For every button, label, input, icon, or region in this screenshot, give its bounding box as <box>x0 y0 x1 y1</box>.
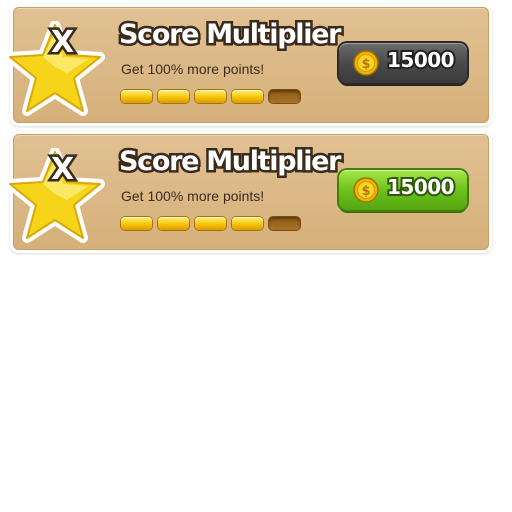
badge-letter: X <box>48 23 76 63</box>
level-segment-filled <box>121 217 152 230</box>
coin-icon: $ <box>353 50 379 76</box>
level-segment-filled <box>195 90 226 103</box>
level-segment-empty <box>269 217 300 230</box>
upgrade-card-score-multiplier: X Score Multiplier Get 100% more points!… <box>5 4 492 126</box>
level-segment-filled <box>232 90 263 103</box>
level-segment-filled <box>195 217 226 230</box>
svg-text:$: $ <box>361 184 370 199</box>
price-label: 15000 <box>385 46 457 74</box>
price-label: 15000 <box>385 173 457 201</box>
card-panel: X Score Multiplier Get 100% more points!… <box>5 134 489 250</box>
level-segment-filled <box>121 90 152 103</box>
buy-button[interactable]: $ 15000 <box>339 170 467 210</box>
upgrade-description: Get 100% more points! <box>121 188 265 204</box>
level-progress <box>121 217 301 231</box>
card-panel: X Score Multiplier Get 100% more points!… <box>5 7 489 123</box>
level-segment-filled <box>158 90 189 103</box>
level-segment-empty <box>269 90 300 103</box>
level-segment-filled <box>232 217 263 230</box>
buy-button-disabled[interactable]: $ 15000 <box>339 43 467 83</box>
upgrade-title: Score Multiplier <box>116 17 344 53</box>
upgrade-description: Get 100% more points! <box>121 61 265 77</box>
svg-text:$: $ <box>361 57 370 72</box>
level-progress <box>121 90 301 104</box>
badge-letter: X <box>48 150 76 190</box>
upgrade-title: Score Multiplier <box>116 144 344 180</box>
coin-icon: $ <box>353 177 379 203</box>
level-segment-filled <box>158 217 189 230</box>
upgrade-card-score-multiplier: X Score Multiplier Get 100% more points!… <box>5 131 492 253</box>
